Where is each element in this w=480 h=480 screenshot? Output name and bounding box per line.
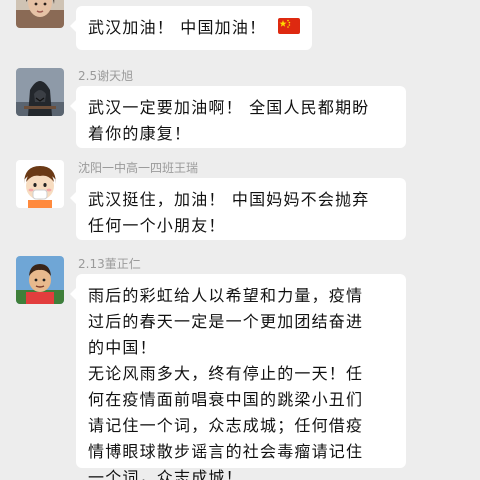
message-text-line: 何在疫情面前唱衰中国的跳梁小丑们 <box>88 390 364 409</box>
sender-name: 沈阳一中高一四班王瑞 <box>78 161 199 175</box>
hooded-assassin-avatar[interactable] <box>16 68 64 116</box>
cartoon-kid-avatar[interactable] <box>16 160 64 208</box>
message-text-line: 任何一个小朋友！ <box>88 216 226 235</box>
chat-message-list: 武汉加油！ 中国加油！ 2.5谢天旭 武汉一定要加油啊！ 全国人民都期盼 着你的… <box>0 0 480 480</box>
message-text-line: 的中国！ <box>88 338 157 357</box>
message-text-line: 武汉挺住，加油！ 中国妈妈不会抛弃 <box>88 190 370 209</box>
message-text-line: 着你的康复！ <box>88 124 192 143</box>
message-text-line: 请记住一个词，众志成城；任何借疫 <box>88 416 364 435</box>
message-text: 武汉加油！ 中国加油！ <box>88 18 267 37</box>
message-text-line: 武汉一定要加油啊！ 全国人民都期盼 <box>88 98 370 117</box>
message-bubble[interactable]: 武汉加油！ 中国加油！ <box>70 6 312 50</box>
message-text-line: 雨后的彩虹给人以希望和力量，疫情 <box>88 286 364 305</box>
china-flag-icon <box>278 18 300 34</box>
message-bubble[interactable]: 武汉一定要加油啊！ 全国人民都期盼 着你的康复！ <box>70 86 406 148</box>
woman-portrait-avatar[interactable] <box>16 0 64 28</box>
cartoon-soccer-player-avatar[interactable] <box>16 256 64 304</box>
message-text-line: 无论风雨多大，终有停止的一天！任 <box>88 364 364 383</box>
sender-name: 2.5谢天旭 <box>78 69 134 83</box>
message-text-line: 一个词，众志成城！ <box>88 468 243 480</box>
message-text-line: 过后的春天一定是一个更加团结奋进 <box>88 312 364 331</box>
message-bubble[interactable]: 武汉挺住，加油！ 中国妈妈不会抛弃 任何一个小朋友！ <box>70 178 406 240</box>
message-text-line: 情博眼球散步谣言的社会毒瘤请记住 <box>88 442 364 461</box>
message-bubble[interactable]: 雨后的彩虹给人以希望和力量，疫情 过后的春天一定是一个更加团结奋进 的中国！ 无… <box>70 274 406 480</box>
sender-name: 2.13董正仁 <box>78 257 141 271</box>
